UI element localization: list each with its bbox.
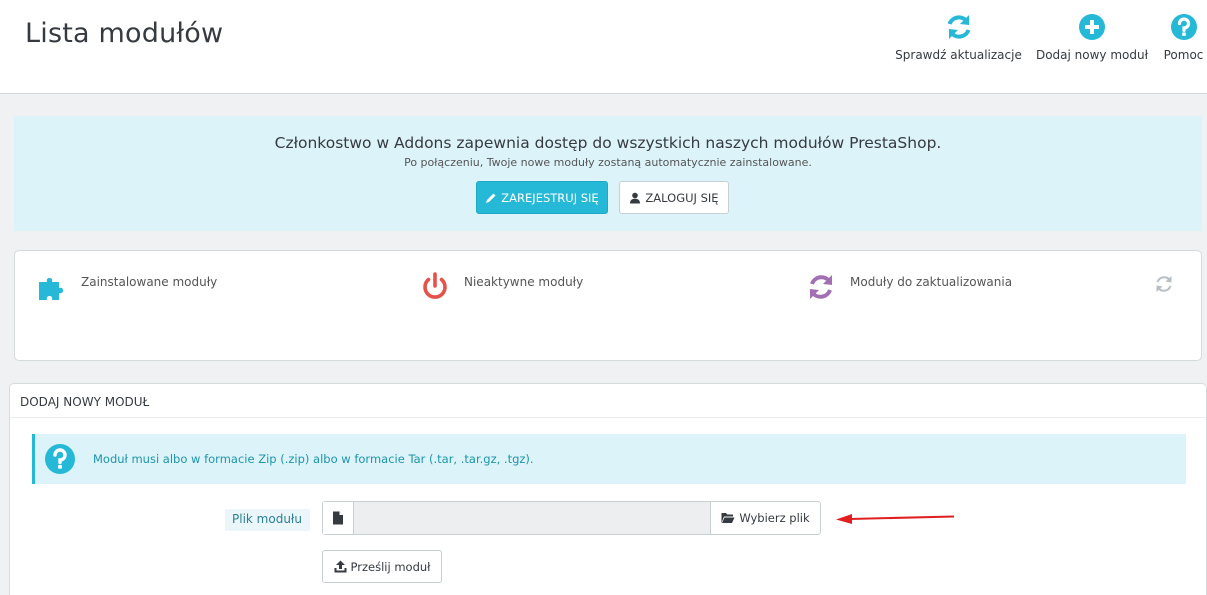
folder-open-icon: [721, 513, 735, 523]
kpi-inactive-modules[interactable]: Nieaktywne moduły: [418, 269, 583, 305]
red-arrow-annotation: [836, 514, 955, 524]
help-label: Pomoc: [1163, 48, 1204, 62]
kpi-installed-label: Zainstalowane moduły: [81, 275, 218, 289]
module-file-group: Wybierz plik: [322, 501, 821, 535]
check-updates-label: Sprawdź aktualizacje: [895, 48, 1022, 62]
pencil-icon: [486, 193, 496, 203]
kpi-inactive-label: Nieaktywne moduły: [464, 275, 584, 289]
upload-icon: [334, 560, 347, 573]
power-icon: [423, 272, 447, 299]
file-icon: [333, 511, 343, 525]
kpi-to-update-label: Moduły do zaktualizowania: [850, 275, 1013, 289]
check-updates-button[interactable]: Sprawdź aktualizacje: [895, 12, 1022, 62]
format-info-text: Moduł musi albo w formacie Zip (.zip) al…: [93, 452, 534, 466]
addons-banner: Członkostwo w Addons zapewnia dostęp do …: [14, 116, 1202, 231]
help-button[interactable]: Pomoc: [1160, 12, 1207, 62]
add-module-button[interactable]: Dodaj nowy moduł: [1034, 12, 1150, 62]
addons-subtitle: Po połączeniu, Twoje nowe moduły zostaną…: [404, 156, 812, 169]
register-button[interactable]: Zarejestruj się: [476, 181, 608, 214]
question-circle-icon: [1170, 14, 1197, 40]
question-circle-icon: [45, 444, 75, 474]
refresh-icon: [947, 15, 970, 39]
add-module-panel: Dodaj nowy moduł Moduł musi albo w forma…: [9, 383, 1207, 595]
module-file-label: Plik modułu: [225, 509, 310, 531]
kpi-panel: Zainstalowane moduły Nieaktywne moduły M…: [14, 250, 1202, 361]
page-header: Lista modułów Sprawdź aktualizacje Dodaj…: [0, 0, 1207, 94]
login-button[interactable]: Zaloguj się: [619, 181, 729, 214]
addons-title: Członkostwo w Addons zapewnia dostęp do …: [274, 134, 942, 152]
puzzle-icon: [39, 278, 63, 300]
upload-module-label: Prześlij moduł: [350, 559, 431, 574]
choose-file-label: Wybierz plik: [739, 511, 810, 525]
refresh-icon: [810, 275, 832, 299]
module-file-input[interactable]: [354, 502, 710, 534]
file-addon: [323, 502, 354, 534]
page-title: Lista modułów: [25, 18, 224, 49]
register-label: Zarejestruj się: [501, 190, 599, 205]
login-label: Zaloguj się: [645, 190, 719, 205]
refresh-kpis-icon[interactable]: [1153, 273, 1175, 295]
plus-circle-icon: [1079, 14, 1105, 40]
user-icon: [630, 192, 641, 203]
kpi-installed-modules[interactable]: Zainstalowane moduły: [35, 269, 217, 305]
panel-heading: Dodaj nowy moduł: [10, 384, 1206, 418]
upload-module-button[interactable]: Prześlij moduł: [322, 550, 442, 583]
add-module-label: Dodaj nowy moduł: [1035, 48, 1149, 62]
kpi-modules-to-update[interactable]: Moduły do zaktualizowania: [804, 269, 1012, 305]
format-info-alert: Moduł musi albo w formacie Zip (.zip) al…: [32, 434, 1186, 484]
choose-file-button[interactable]: Wybierz plik: [710, 502, 820, 534]
